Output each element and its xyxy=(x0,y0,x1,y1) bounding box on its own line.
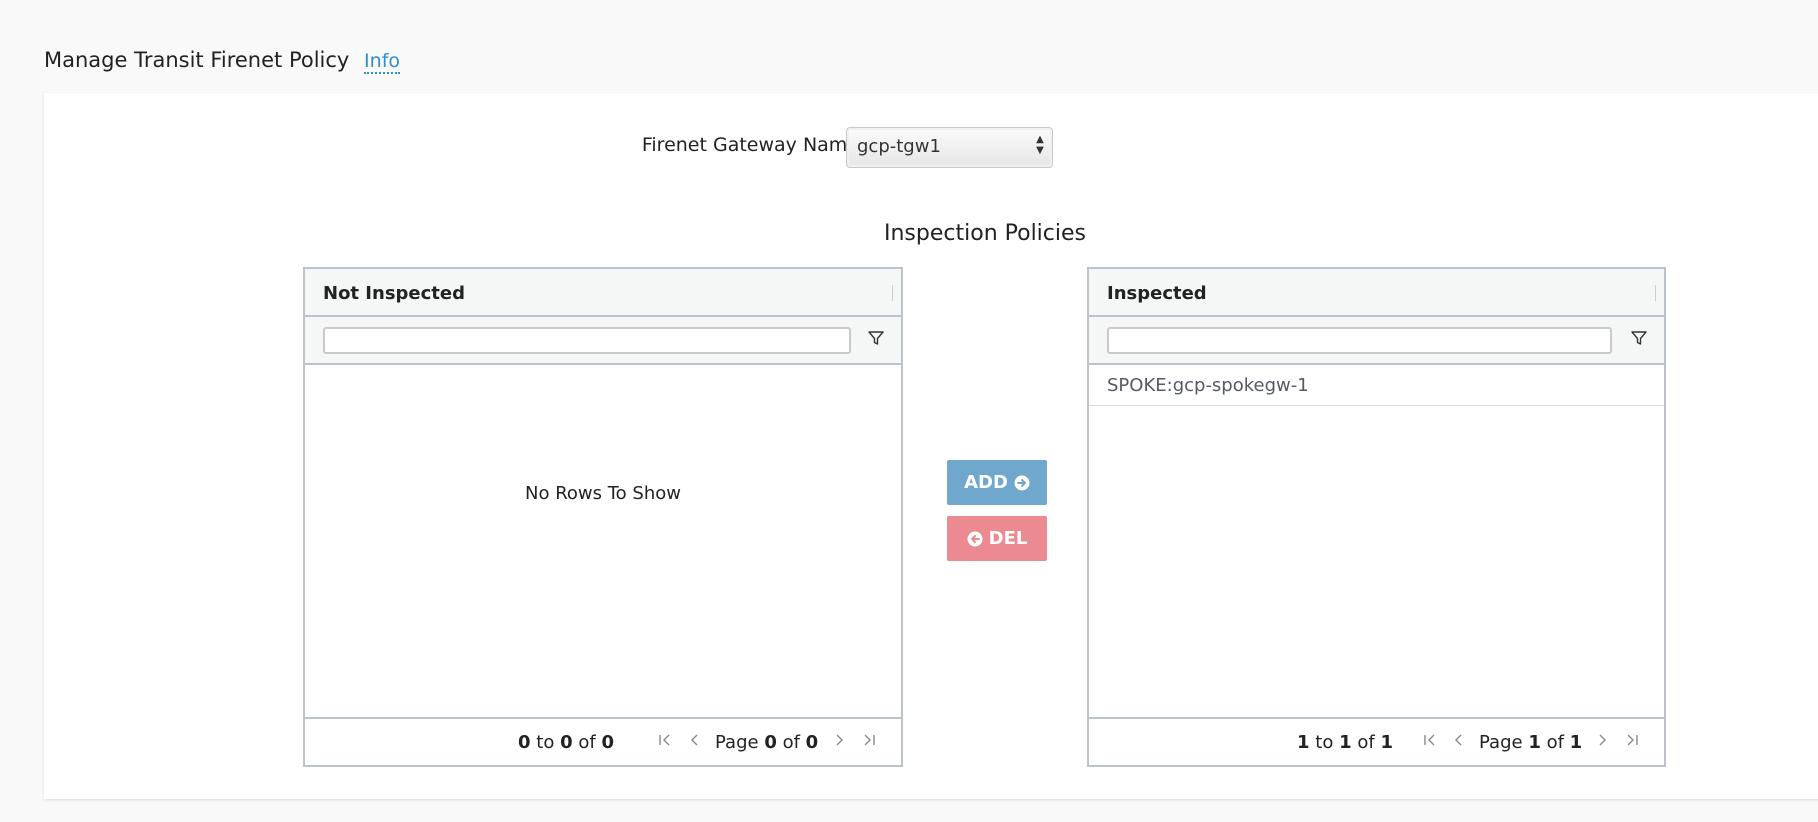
not-inspected-filter-input[interactable] xyxy=(323,327,851,354)
inspected-header-label: Inspected xyxy=(1107,283,1207,304)
prev-page-icon[interactable] xyxy=(1451,731,1467,749)
inspected-filter-row xyxy=(1089,317,1664,365)
not-inspected-header[interactable]: Not Inspected xyxy=(305,269,901,317)
row-count: 0 to 0 of 0 xyxy=(518,732,614,753)
not-inspected-filter-row xyxy=(305,317,901,365)
del-button-label: DEL xyxy=(988,528,1028,549)
not-inspected-grid: Not Inspected No Rows To Show 0 to 0 of … xyxy=(303,267,903,767)
filter-icon[interactable] xyxy=(867,329,885,347)
page-indicator: Page 0 of 0 xyxy=(715,732,819,753)
no-rows-message: No Rows To Show xyxy=(525,483,681,504)
next-page-icon[interactable] xyxy=(1594,731,1610,749)
column-resize-handle[interactable] xyxy=(1655,285,1656,301)
policy-panel: Firenet Gateway Name gcp-tgw1 ▲ ▼ Inspect… xyxy=(44,93,1818,799)
filter-icon[interactable] xyxy=(1630,329,1648,347)
next-page-icon[interactable] xyxy=(831,731,847,749)
gateway-name-value: gcp-tgw1 xyxy=(857,136,941,157)
row-name: SPOKE:gcp-spokegw-1 xyxy=(1107,375,1309,396)
arrow-circle-right-icon xyxy=(1014,475,1030,490)
gateway-name-select[interactable]: gcp-tgw1 ▲ ▼ xyxy=(846,127,1053,168)
not-inspected-pagination: 0 to 0 of 0 Page 0 of 0 xyxy=(305,717,901,765)
select-arrows-icon: ▲ ▼ xyxy=(1036,134,1044,156)
info-link[interactable]: Info xyxy=(364,50,401,74)
first-page-icon[interactable] xyxy=(657,731,673,749)
inspected-grid: Inspected SPOKE:gcp-spokegw-1 1 to 1 of … xyxy=(1087,267,1666,767)
page-title: Manage Transit Firenet Policy Info xyxy=(44,48,401,74)
column-resize-handle[interactable] xyxy=(892,285,893,301)
page-indicator: Page 1 of 1 xyxy=(1479,732,1583,753)
last-page-icon[interactable] xyxy=(861,731,877,749)
gateway-name-label: Firenet Gateway Name xyxy=(641,134,859,156)
inspected-body: SPOKE:gcp-spokegw-1 xyxy=(1089,365,1664,406)
page-title-text: Manage Transit Firenet Policy xyxy=(44,48,350,72)
inspection-policies-title: Inspection Policies xyxy=(884,221,1086,246)
table-row[interactable]: SPOKE:gcp-spokegw-1 xyxy=(1089,365,1664,406)
del-button[interactable]: DEL xyxy=(947,516,1047,561)
inspected-filter-input[interactable] xyxy=(1107,327,1612,354)
inspected-pagination: 1 to 1 of 1 Page 1 of 1 xyxy=(1089,717,1664,765)
inspected-header[interactable]: Inspected xyxy=(1089,269,1664,317)
arrow-circle-left-icon xyxy=(967,531,983,546)
row-count: 1 to 1 of 1 xyxy=(1297,732,1393,753)
first-page-icon[interactable] xyxy=(1422,731,1438,749)
not-inspected-header-label: Not Inspected xyxy=(323,283,465,304)
last-page-icon[interactable] xyxy=(1624,731,1640,749)
add-button-label: ADD xyxy=(964,472,1008,493)
prev-page-icon[interactable] xyxy=(687,731,703,749)
add-button[interactable]: ADD xyxy=(947,460,1047,505)
